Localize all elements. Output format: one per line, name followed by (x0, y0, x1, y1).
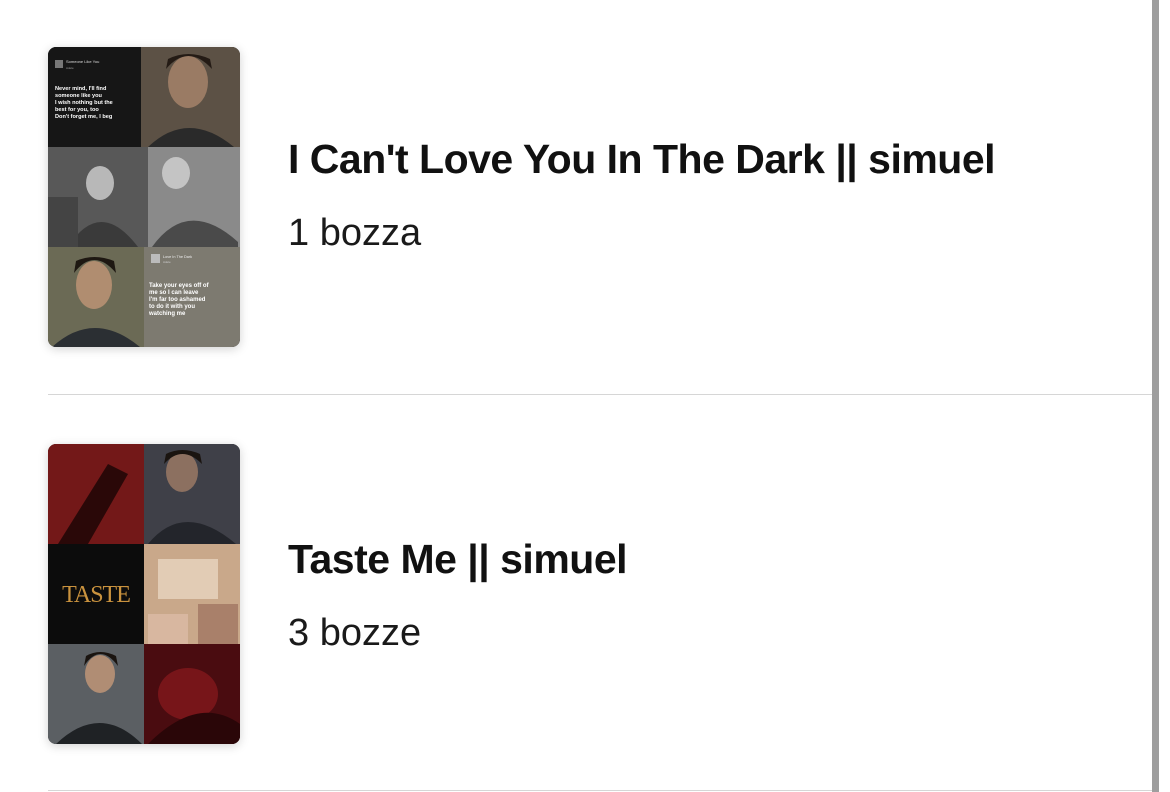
cover-lyric-line: Take your eyes off of (149, 283, 210, 289)
cover-artist: Adele (163, 260, 171, 264)
story-info: I Can't Love You In The Dark || simuel 1… (288, 133, 996, 255)
cover-song-title: Someone Like You (66, 59, 99, 64)
cover-lyric-line: to do it with you (149, 304, 195, 310)
story-item[interactable]: Someone Like You Adele Never mind, I'll … (48, 0, 1152, 396)
cover-song-title: Love In The Dark (163, 255, 192, 259)
cover-lyric-line: Never mind, I'll find (55, 86, 107, 92)
cover-lyric-line: me so I can leave (149, 290, 199, 296)
scrollbar[interactable] (1152, 0, 1159, 792)
story-title[interactable]: Taste Me || simuel (288, 533, 628, 585)
divider (48, 790, 1170, 791)
scrollbar-track (1159, 0, 1170, 792)
cover-lyric-line: best for you, too (55, 107, 99, 113)
cover-lyric-line: I wish nothing but the (55, 100, 113, 106)
story-item[interactable]: TASTE Taste Me || simuel 3 bozze (48, 396, 1152, 792)
cover-lyric-line: watching me (148, 311, 186, 317)
divider (48, 394, 1170, 395)
story-title[interactable]: I Can't Love You In The Dark || simuel (288, 133, 996, 185)
story-info: Taste Me || simuel 3 bozze (288, 533, 628, 655)
draft-count: 3 bozze (288, 612, 422, 654)
cover-artist: Adele (66, 66, 74, 70)
story-cover-image[interactable]: TASTE (48, 444, 240, 744)
story-cover-image[interactable]: Someone Like You Adele Never mind, I'll … (48, 47, 240, 347)
story-list: Someone Like You Adele Never mind, I'll … (0, 0, 1170, 792)
draft-count: 1 bozza (288, 212, 422, 254)
cover-lyric-line: someone like you (55, 93, 103, 99)
cover-lyric-line: I'm far too ashamed (149, 297, 206, 303)
cover-logo-text: TASTE (62, 582, 130, 608)
cover-lyric-line: Don't forget me, I beg (55, 114, 113, 120)
